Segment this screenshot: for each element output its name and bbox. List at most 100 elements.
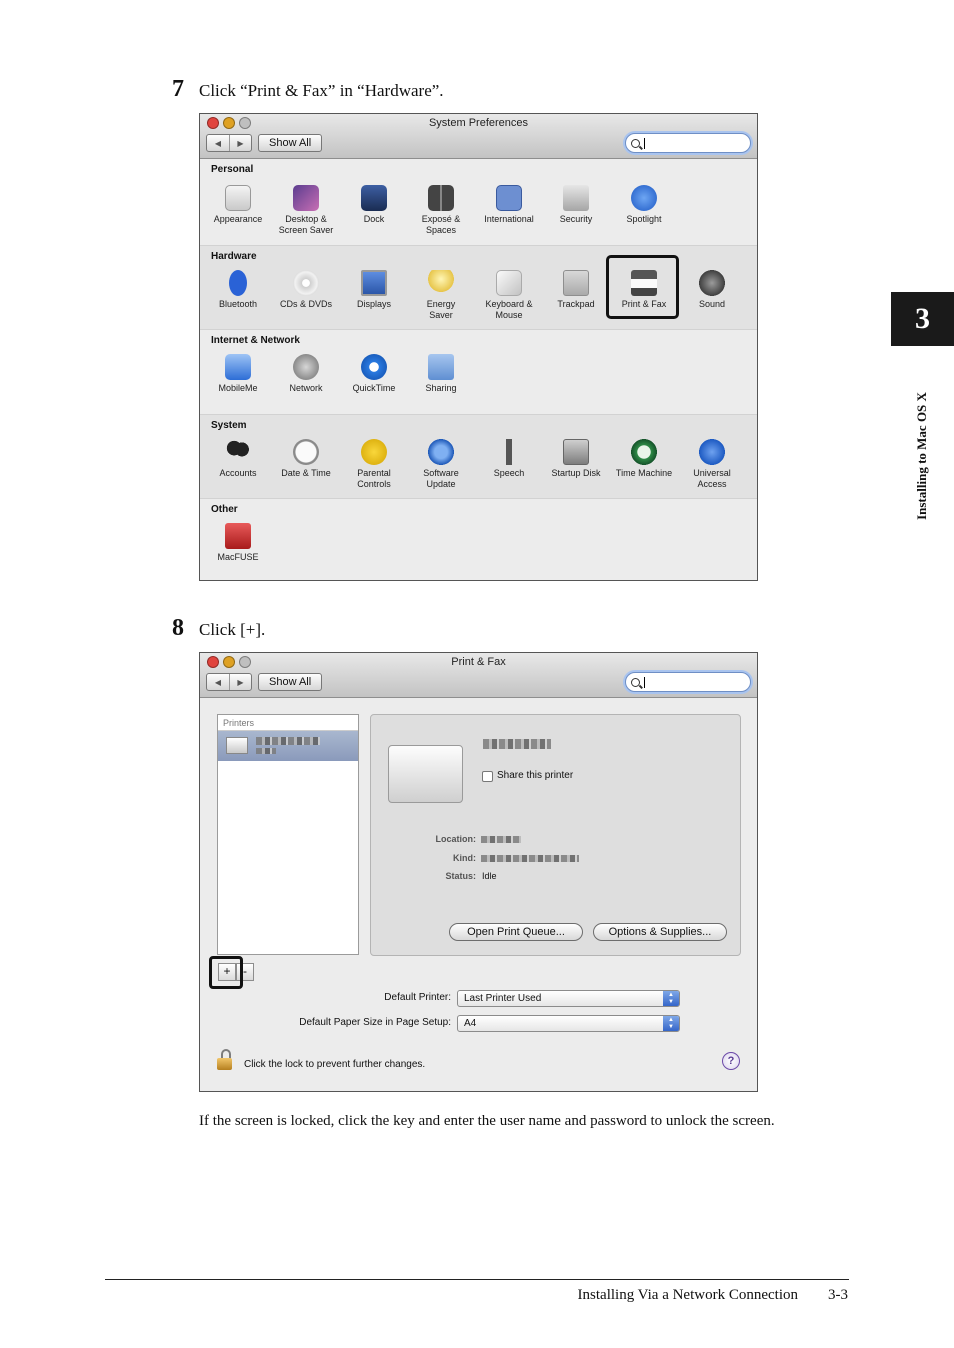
default-printer-select[interactable]: Last Printer Used ▲ ▼: [457, 990, 680, 1007]
pane-appearance[interactable]: Appearance: [204, 185, 272, 225]
lock-icon[interactable]: [217, 1049, 233, 1071]
trackpad-icon: [563, 270, 589, 296]
search-input[interactable]: [625, 672, 751, 692]
page-number: 3-3: [828, 1287, 848, 1303]
step-8: 8 Click [+].: [172, 615, 265, 642]
display-icon: [361, 270, 387, 296]
pane-international[interactable]: International: [475, 185, 543, 225]
pane-time-machine[interactable]: Time Machine: [610, 439, 678, 479]
pane-sharing[interactable]: Sharing: [407, 354, 475, 394]
back-button[interactable]: ◀: [207, 135, 229, 151]
section-title: Personal: [211, 164, 254, 175]
time-machine-icon: [631, 439, 657, 465]
text-caret: [644, 676, 645, 688]
back-button[interactable]: ◀: [207, 674, 229, 690]
share-printer-checkbox[interactable]: [482, 771, 493, 782]
forward-arrow-icon: ▶: [237, 138, 244, 148]
chapter-label: Installing to Mac OS X: [914, 392, 929, 520]
window-titlebar: System Preferences ◀ ▶ Show All: [200, 114, 757, 159]
pane-macfuse[interactable]: MacFUSE: [204, 523, 272, 563]
default-printer-label: Default Printer:: [384, 992, 451, 1003]
pane-displays[interactable]: Displays: [340, 270, 408, 310]
printer-icon: [226, 737, 248, 754]
printers-list[interactable]: Printers: [217, 714, 359, 955]
pane-software-update[interactable]: Software Update: [407, 439, 475, 490]
quicktime-icon: [361, 354, 387, 380]
search-icon: [631, 138, 640, 148]
accessibility-icon: [699, 439, 725, 465]
default-paper-size-select[interactable]: A4 ▲ ▼: [457, 1015, 680, 1032]
macfuse-icon: [225, 523, 251, 549]
show-all-button[interactable]: Show All: [258, 673, 323, 691]
location-label: Location:: [435, 834, 477, 844]
section-hardware: Hardware Bluetooth CDs & DVDs Displays E…: [200, 246, 757, 330]
globe-icon: [293, 354, 319, 380]
pane-startup-disk[interactable]: Startup Disk: [542, 439, 610, 479]
folder-icon: [428, 354, 454, 380]
pane-network[interactable]: Network: [272, 354, 340, 394]
nav-buttons: ◀ ▶: [206, 134, 252, 152]
section-internet-network: Internet & Network MobileMe Network Quic…: [200, 330, 757, 415]
section-title: System: [211, 420, 247, 431]
pane-spotlight[interactable]: Spotlight: [610, 185, 678, 225]
help-button[interactable]: ?: [722, 1052, 740, 1070]
default-paper-size-label: Default Paper Size in Page Setup:: [299, 1017, 451, 1028]
pane-date-time[interactable]: Date & Time: [272, 439, 340, 479]
pane-mobileme[interactable]: MobileMe: [204, 354, 272, 394]
pane-bluetooth[interactable]: Bluetooth: [204, 270, 272, 310]
nav-buttons: ◀ ▶: [206, 673, 252, 691]
redacted-printer-title: [483, 739, 551, 749]
pane-dock[interactable]: Dock: [340, 185, 408, 225]
step-7: 7 Click “Print & Fax” in “Hardware”.: [172, 76, 444, 103]
pane-speech[interactable]: Speech: [475, 439, 543, 479]
back-arrow-icon: ◀: [214, 138, 222, 148]
pane-desktop-screen-saver[interactable]: Desktop & Screen Saver: [272, 185, 340, 236]
default-printer-value: Last Printer Used: [464, 993, 542, 1004]
forward-arrow-icon: ▶: [237, 677, 244, 687]
microphone-icon: [496, 439, 522, 465]
step-instruction: Click “Print & Fax” in “Hardware”.: [199, 81, 444, 100]
options-supplies-button[interactable]: Options & Supplies...: [593, 923, 727, 941]
step-number: 7: [172, 76, 184, 102]
pane-sound[interactable]: Sound: [678, 270, 746, 310]
page-footer: Installing Via a Network Connection 3-3: [578, 1287, 848, 1304]
forward-button[interactable]: ▶: [229, 135, 251, 151]
house-icon: [563, 185, 589, 211]
redacted-location: [481, 836, 521, 843]
clock-icon: [293, 439, 319, 465]
pane-accounts[interactable]: Accounts: [204, 439, 272, 479]
bluetooth-icon: [229, 270, 247, 296]
pane-energy-saver[interactable]: Energy Saver: [407, 270, 475, 321]
pane-expose-spaces[interactable]: Exposé & Spaces: [407, 185, 475, 236]
section-personal: Personal Appearance Desktop & Screen Sav…: [200, 159, 757, 246]
pane-universal-access[interactable]: Universal Access: [678, 439, 746, 490]
share-printer-label: Share this printer: [497, 770, 574, 781]
lock-note: If the screen is locked, click the key a…: [199, 1113, 775, 1129]
pane-quicktime[interactable]: QuickTime: [340, 354, 408, 394]
keyboard-icon: [496, 270, 522, 296]
update-icon: [428, 439, 454, 465]
step-number: 8: [172, 615, 184, 641]
disc-icon: [293, 270, 319, 296]
pane-cds-dvds[interactable]: CDs & DVDs: [272, 270, 340, 310]
search-input[interactable]: [625, 133, 751, 153]
select-arrows-icon: ▲ ▼: [663, 1016, 679, 1031]
open-print-queue-button[interactable]: Open Print Queue...: [449, 923, 583, 941]
pane-parental-controls[interactable]: Parental Controls: [340, 439, 408, 490]
redacted-kind: [481, 855, 579, 862]
pane-keyboard-mouse[interactable]: Keyboard & Mouse: [475, 270, 543, 321]
forward-button[interactable]: ▶: [229, 674, 251, 690]
lock-message: Click the lock to prevent further change…: [244, 1059, 426, 1070]
pane-security[interactable]: Security: [542, 185, 610, 225]
flag-icon: [496, 185, 522, 211]
redacted-printer-name: [256, 737, 320, 745]
pane-trackpad[interactable]: Trackpad: [542, 270, 610, 310]
show-all-button[interactable]: Show All: [258, 134, 323, 152]
disk-icon: [563, 439, 589, 465]
kind-label: Kind:: [453, 853, 476, 863]
printer-list-item[interactable]: [218, 731, 358, 761]
footer-rule: [105, 1279, 849, 1280]
system-preferences-window: System Preferences ◀ ▶ Show All Personal…: [199, 113, 758, 581]
window-title: Print & Fax: [451, 656, 506, 668]
add-button-highlight: [209, 956, 243, 989]
